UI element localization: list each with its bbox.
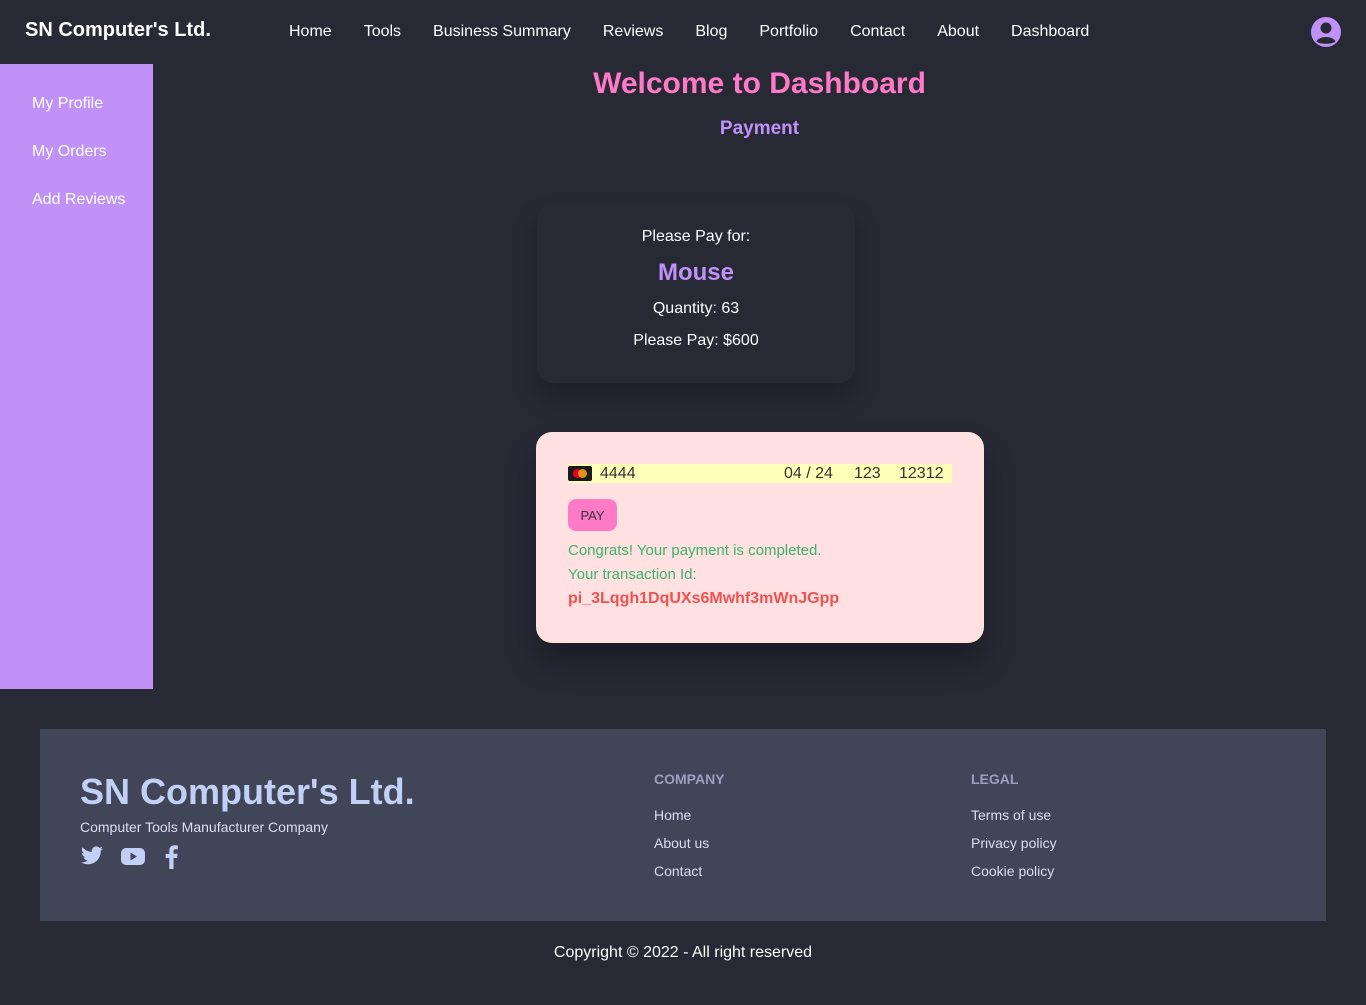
nav-links: Home Tools Business Summary Reviews Blog…: [273, 0, 1105, 64]
social-links: [80, 844, 186, 870]
nav-link-home[interactable]: Home: [273, 23, 348, 41]
quantity-label: Quantity:: [652, 300, 717, 317]
user-circle-icon[interactable]: [1310, 16, 1342, 48]
sidebar-item-add-reviews[interactable]: Add Reviews: [0, 188, 153, 236]
order-label: Please Pay for:: [641, 228, 751, 245]
nav-link-business-summary[interactable]: Business Summary: [417, 23, 587, 41]
transaction-id-value: pi_3Lqgh1DqUXs6Mwhf3mWnJGpp: [568, 590, 840, 607]
mastercard-icon: [568, 466, 592, 481]
footer-company-title: COMPANY: [654, 771, 725, 787]
quantity-value: 63: [721, 300, 740, 317]
order-product-name: Mouse: [657, 259, 734, 286]
footer-link-terms[interactable]: Terms of use: [971, 807, 1051, 823]
footer-tagline: Computer Tools Manufacturer Company: [80, 819, 328, 835]
navbar: SN Computer's Ltd. Home Tools Business S…: [0, 0, 1366, 64]
footer-link-contact[interactable]: Contact: [654, 863, 702, 879]
footer-brand: SN Computer's Ltd.: [80, 771, 415, 812]
nav-link-portfolio[interactable]: Portfolio: [743, 23, 834, 41]
nav-link-contact[interactable]: Contact: [834, 23, 921, 41]
nav-link-blog[interactable]: Blog: [679, 23, 743, 41]
footer: SN Computer's Ltd. Computer Tools Manufa…: [40, 729, 1326, 921]
card-expiry-input[interactable]: 04 / 24: [784, 464, 833, 483]
nav-link-tools[interactable]: Tools: [348, 23, 417, 41]
copyright-text: Copyright © 2022 - All right reserved: [553, 944, 813, 961]
nav-link-reviews[interactable]: Reviews: [587, 23, 679, 41]
order-summary-card: Please Pay for: Mouse Quantity: 63 Pleas…: [537, 203, 855, 383]
transaction-id-label: Your transaction Id:: [568, 566, 697, 583]
sidebar-item-my-profile[interactable]: My Profile: [0, 92, 153, 140]
footer-link-privacy[interactable]: Privacy policy: [971, 835, 1057, 851]
footer-link-home[interactable]: Home: [654, 807, 691, 823]
page-subtitle: Payment: [719, 118, 800, 139]
payment-success-message: Congrats! Your payment is completed.: [568, 542, 822, 559]
pay-button[interactable]: PAY: [568, 499, 617, 531]
card-zip-input[interactable]: 12312: [899, 464, 944, 483]
price-value: $600: [723, 332, 759, 349]
facebook-icon[interactable]: [160, 844, 186, 870]
order-quantity: Quantity: 63: [537, 300, 855, 318]
footer-link-about-us[interactable]: About us: [654, 835, 709, 851]
page-title: Welcome to Dashboard: [593, 67, 926, 100]
dashboard-sidebar: My Profile My Orders Add Reviews: [0, 64, 153, 689]
order-price: Please Pay: $600: [537, 332, 855, 350]
price-label: Please Pay:: [633, 332, 719, 349]
footer-legal-title: LEGAL: [971, 771, 1019, 787]
payment-card: 4444 04 / 24 123 12312 PAY Congrats! You…: [536, 432, 984, 643]
card-input-field[interactable]: 4444 04 / 24 123 12312: [568, 464, 952, 483]
nav-link-dashboard[interactable]: Dashboard: [995, 23, 1105, 41]
footer-link-cookie[interactable]: Cookie policy: [971, 863, 1054, 879]
card-cvc-input[interactable]: 123: [854, 464, 881, 483]
sidebar-item-my-orders[interactable]: My Orders: [0, 140, 153, 188]
card-number-input[interactable]: 4444: [600, 464, 636, 483]
youtube-icon[interactable]: [120, 844, 146, 870]
brand-logo[interactable]: SN Computer's Ltd.: [25, 19, 211, 42]
nav-link-about[interactable]: About: [921, 23, 995, 41]
twitter-icon[interactable]: [80, 844, 106, 870]
